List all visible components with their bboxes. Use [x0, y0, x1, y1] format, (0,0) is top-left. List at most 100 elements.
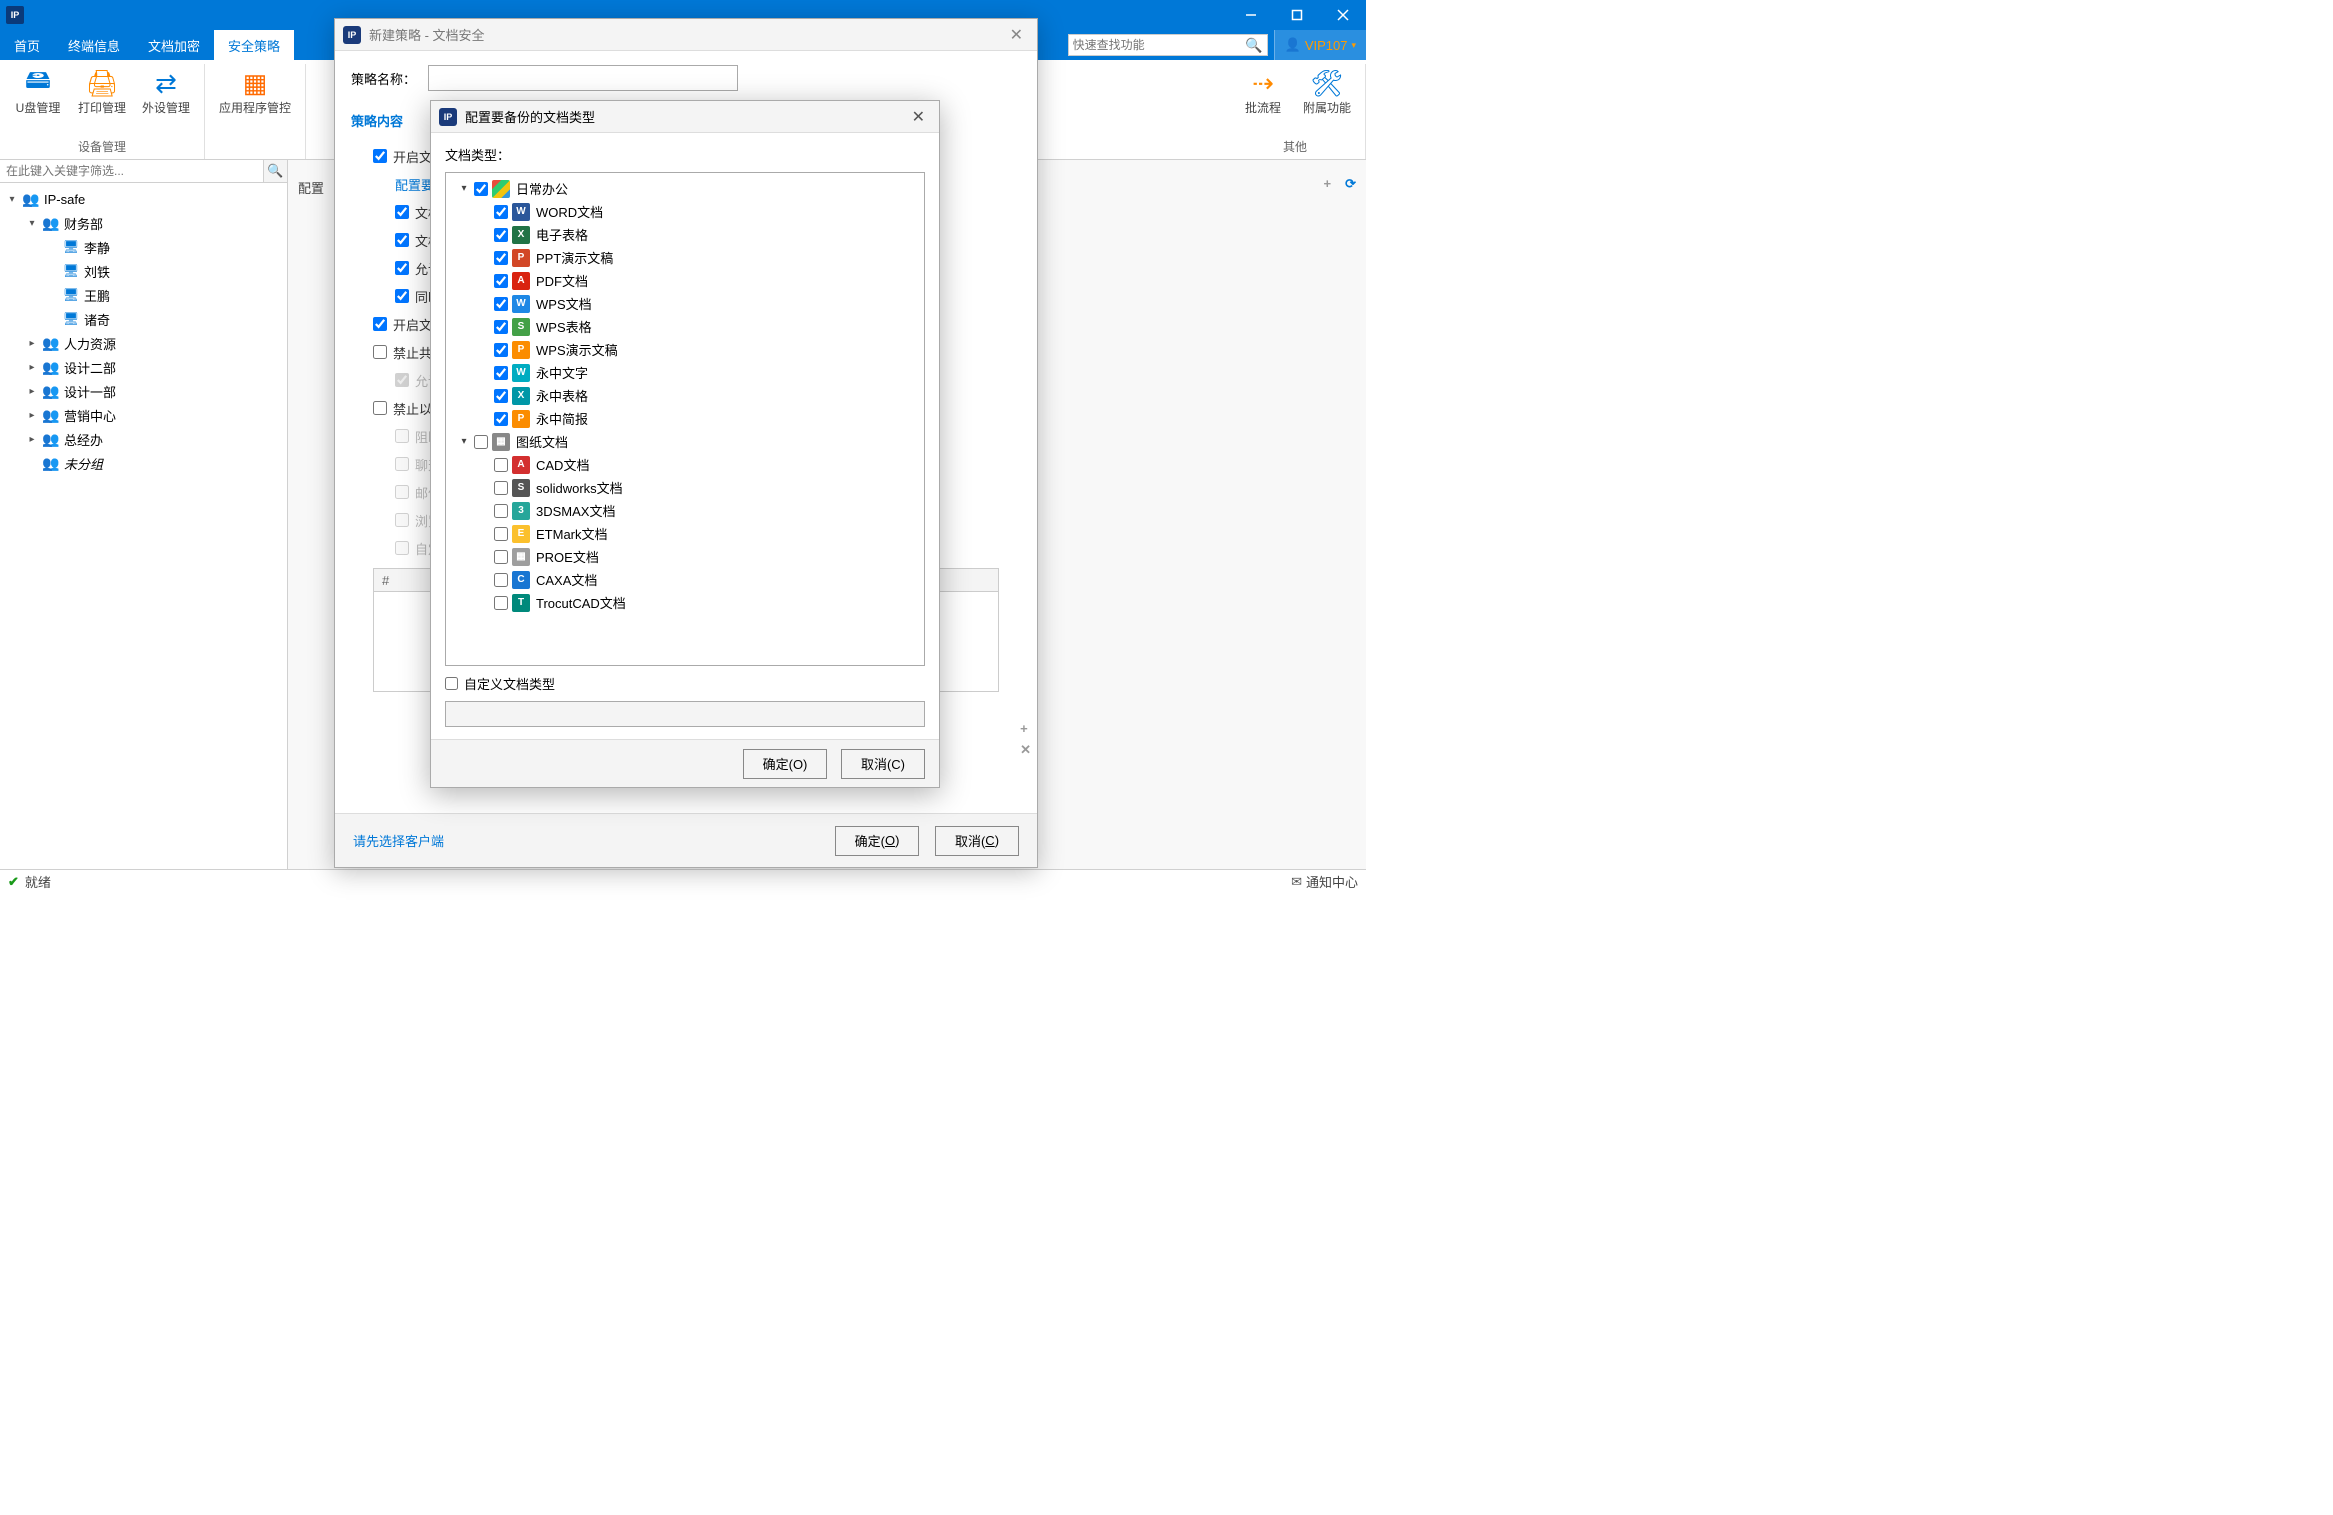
dialog-titlebar[interactable]: IP 新建策略 - 文档安全 ✕	[335, 19, 1037, 51]
tree-twisty[interactable]: ▸	[26, 410, 38, 421]
doctype-checkbox[interactable]	[494, 481, 508, 495]
refresh-button[interactable]: ⟳	[1345, 176, 1356, 192]
doctype-checkbox[interactable]	[494, 550, 508, 564]
doctype-checkbox[interactable]	[494, 343, 508, 357]
tree-node[interactable]: ▾👥财务部	[0, 211, 287, 235]
doctype-node[interactable]: APDF文档	[448, 269, 922, 292]
doctype-checkbox[interactable]	[494, 251, 508, 265]
ribbon-item[interactable]: ▦应用程序管控	[213, 64, 297, 116]
doctype-node[interactable]: CCAXA文档	[448, 568, 922, 591]
doctype-checkbox[interactable]	[494, 297, 508, 311]
search-box[interactable]: 🔍	[1068, 34, 1268, 56]
doctype-checkbox[interactable]	[494, 274, 508, 288]
doctype-titlebar[interactable]: IP 配置要备份的文档类型 ✕	[431, 101, 939, 133]
row-remove-button[interactable]: ✕	[1020, 742, 1031, 758]
doctype-node[interactable]: TTrocutCAD文档	[448, 591, 922, 614]
doctype-node[interactable]: PWPS演示文稿	[448, 338, 922, 361]
doctype-checkbox[interactable]	[494, 389, 508, 403]
doctype-scroll[interactable]: ▾日常办公WWORD文档X电子表格PPPT演示文稿APDF文档WWPS文档SWP…	[446, 173, 924, 665]
doctype-node[interactable]: X电子表格	[448, 223, 922, 246]
notify-label[interactable]: 通知中心	[1306, 872, 1358, 891]
doctype-checkbox[interactable]	[474, 435, 488, 449]
policy-checkbox[interactable]	[373, 317, 387, 331]
doctype-checkbox[interactable]	[494, 596, 508, 610]
add-button[interactable]: +	[1324, 176, 1332, 192]
doctype-node[interactable]: WWPS文档	[448, 292, 922, 315]
policy-checkbox[interactable]	[373, 401, 387, 415]
doctype-checkbox[interactable]	[494, 366, 508, 380]
ok-button[interactable]: 确定(O)	[835, 826, 919, 856]
doctype-node[interactable]: 33DSMAX文档	[448, 499, 922, 522]
tree-twisty[interactable]: ▾	[6, 194, 18, 205]
menu-tab-2[interactable]: 文档加密	[134, 30, 214, 60]
doctype-checkbox[interactable]	[494, 228, 508, 242]
doctype-ok-button[interactable]: 确定(O)	[743, 749, 827, 779]
tree[interactable]: ▾👥IP-safe▾👥财务部🖥李静🖥刘铁🖥王鹏🖥诸奇▸👥人力资源▸👥设计二部▸👥…	[0, 183, 287, 869]
tree-twisty[interactable]: ▸	[26, 434, 38, 445]
tree-twisty[interactable]: ▸	[26, 338, 38, 349]
tree-node[interactable]: 🖥王鹏	[0, 283, 287, 307]
doctype-node[interactable]: SWPS表格	[448, 315, 922, 338]
ribbon-item[interactable]: 🖴U盘管理	[8, 64, 68, 116]
maximize-button[interactable]	[1274, 0, 1320, 30]
tree-node[interactable]: 👥未分组	[0, 451, 287, 475]
doctype-checkbox[interactable]	[494, 320, 508, 334]
doctype-node[interactable]: WWORD文档	[448, 200, 922, 223]
ribbon-item[interactable]: ⇄外设管理	[136, 64, 196, 116]
policy-checkbox[interactable]	[395, 205, 409, 219]
doctype-node[interactable]: ACAD文档	[448, 453, 922, 476]
filter-search-button[interactable]: 🔍	[263, 160, 287, 182]
tree-node[interactable]: ▸👥营销中心	[0, 403, 287, 427]
doctype-node[interactable]: Ssolidworks文档	[448, 476, 922, 499]
menu-tab-3[interactable]: 安全策略	[214, 30, 294, 60]
doctype-node[interactable]: PPPT演示文稿	[448, 246, 922, 269]
policy-checkbox[interactable]	[395, 261, 409, 275]
menu-tab-1[interactable]: 终端信息	[54, 30, 134, 60]
doctype-close-button[interactable]: ✕	[906, 107, 931, 127]
tree-twisty[interactable]: ▸	[26, 362, 38, 373]
tree-twisty[interactable]: ▸	[26, 386, 38, 397]
tree-node[interactable]: ▸👥设计二部	[0, 355, 287, 379]
filter-input[interactable]	[0, 160, 263, 182]
doctype-node[interactable]: ▾▦图纸文档	[448, 430, 922, 453]
tree-node[interactable]: ▸👥总经办	[0, 427, 287, 451]
policy-checkbox[interactable]	[373, 345, 387, 359]
cancel-button[interactable]: 取消(C)	[935, 826, 1019, 856]
ribbon-item[interactable]: ⇢批流程	[1233, 64, 1293, 116]
doctype-checkbox[interactable]	[494, 527, 508, 541]
menu-tab-0[interactable]: 首页	[0, 30, 54, 60]
minimize-button[interactable]	[1228, 0, 1274, 30]
doctype-checkbox[interactable]	[494, 205, 508, 219]
doctype-node[interactable]: ▾日常办公	[448, 177, 922, 200]
doctype-twisty[interactable]: ▾	[458, 436, 470, 447]
doctype-checkbox[interactable]	[494, 458, 508, 472]
policy-checkbox[interactable]	[395, 289, 409, 303]
doctype-twisty[interactable]: ▾	[458, 183, 470, 194]
doctype-checkbox[interactable]	[494, 504, 508, 518]
doctype-node[interactable]: X永中表格	[448, 384, 922, 407]
dialog-close-button[interactable]: ✕	[1004, 25, 1029, 45]
doctype-checkbox[interactable]	[494, 573, 508, 587]
policy-name-input[interactable]	[428, 65, 738, 91]
doctype-node[interactable]: P永中简报	[448, 407, 922, 430]
ribbon-item[interactable]: 🛠附属功能	[1297, 64, 1357, 116]
tree-node[interactable]: 🖥刘铁	[0, 259, 287, 283]
user-chip[interactable]: 👤 VIP107 ▾	[1274, 30, 1366, 60]
close-button[interactable]	[1320, 0, 1366, 30]
tree-node[interactable]: ▾👥IP-safe	[0, 187, 287, 211]
tree-node[interactable]: ▸👥设计一部	[0, 379, 287, 403]
tree-node[interactable]: 🖥李静	[0, 235, 287, 259]
tree-twisty[interactable]: ▾	[26, 218, 38, 229]
ribbon-item[interactable]: 🖨打印管理	[72, 64, 132, 116]
search-input[interactable]	[1073, 38, 1246, 52]
policy-checkbox[interactable]	[373, 149, 387, 163]
tree-node[interactable]: ▸👥人力资源	[0, 331, 287, 355]
custom-type-checkbox[interactable]	[445, 677, 458, 690]
doctype-node[interactable]: W永中文字	[448, 361, 922, 384]
doctype-checkbox[interactable]	[474, 182, 488, 196]
doctype-cancel-button[interactable]: 取消(C)	[841, 749, 925, 779]
doctype-checkbox[interactable]	[494, 412, 508, 426]
doctype-node[interactable]: ▦PROE文档	[448, 545, 922, 568]
row-add-button[interactable]: +	[1020, 721, 1031, 736]
tree-node[interactable]: 🖥诸奇	[0, 307, 287, 331]
